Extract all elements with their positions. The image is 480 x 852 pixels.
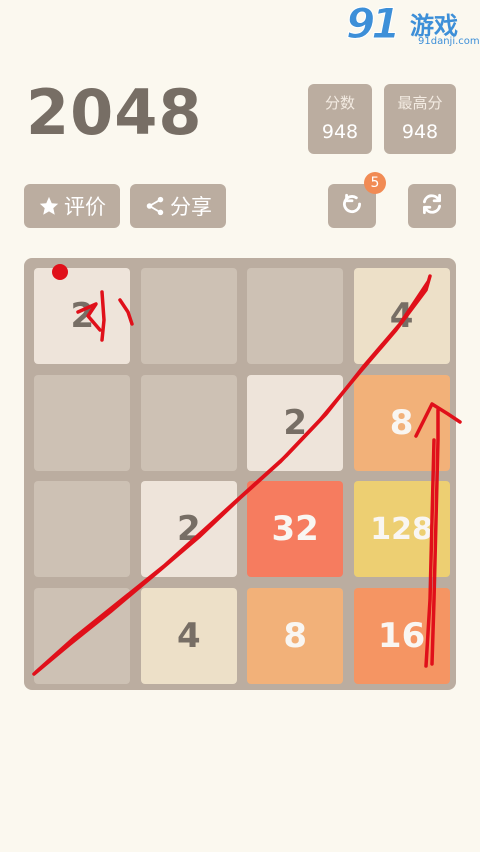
undo-icon (339, 191, 365, 222)
restart-button[interactable] (408, 184, 456, 228)
refresh-icon (419, 191, 445, 222)
empty-cell (34, 374, 131, 471)
tile-2: 2 (140, 481, 237, 578)
tile-128: 128 (353, 481, 450, 578)
empty-cell (140, 268, 237, 365)
tile-8: 8 (247, 587, 344, 684)
empty-cell (247, 268, 344, 365)
best-score-value: 948 (401, 121, 439, 143)
empty-cell (140, 374, 237, 471)
empty-cell (34, 587, 131, 684)
undo-count-badge: 5 (364, 172, 386, 194)
tile-2: 2 (247, 374, 344, 471)
empty-cell (34, 481, 131, 578)
game-board[interactable]: 2 4 2 8 2 32 128 4 8 16 (24, 258, 456, 690)
logo-url: 91danji.com (418, 36, 480, 47)
rate-label: 评价 (64, 195, 106, 219)
score-box: 分数 948 (308, 84, 372, 154)
share-label: 分享 (170, 195, 212, 219)
score-value: 948 (321, 121, 359, 143)
score-label: 分数 (324, 94, 355, 112)
tile-2: 2 (34, 268, 131, 365)
site-logo: 91 游戏 91danji.com (340, 0, 480, 56)
tile-4: 4 (353, 268, 450, 365)
tile-32: 32 (247, 481, 344, 578)
rate-button[interactable]: 评价 (24, 184, 120, 228)
share-icon (144, 195, 166, 217)
best-score-box: 最高分 948 (384, 84, 456, 154)
game-title: 2048 (26, 76, 203, 149)
star-icon (38, 195, 60, 217)
logo-mark: 91 (345, 0, 400, 48)
tile-16: 16 (353, 587, 450, 684)
share-button[interactable]: 分享 (130, 184, 226, 228)
tile-4: 4 (140, 587, 237, 684)
best-score-label: 最高分 (397, 94, 443, 112)
tile-8: 8 (353, 374, 450, 471)
